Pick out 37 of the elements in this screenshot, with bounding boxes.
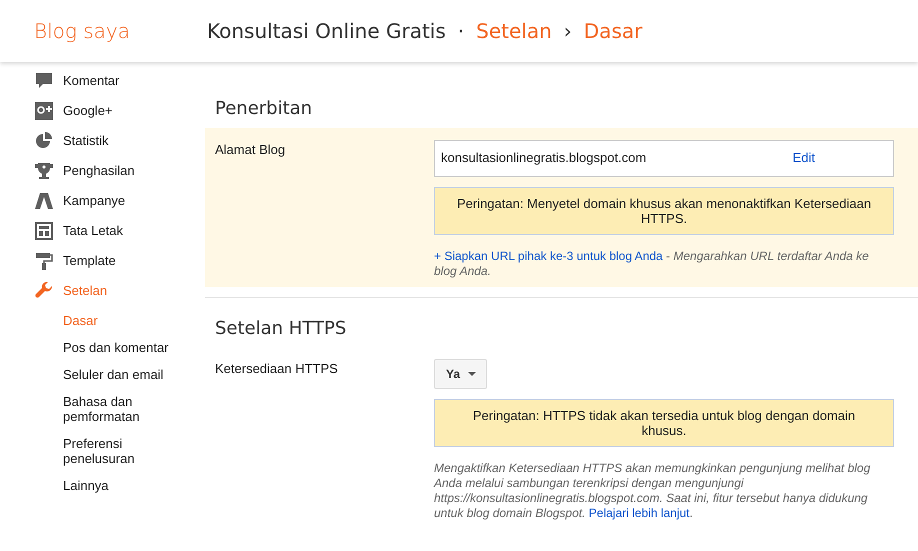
learn-more-link[interactable]: Pelajari lebih lanjut <box>588 506 690 520</box>
warning-message: Peringatan: HTTPS tidak akan tersedia untuk blog dengan domain khusus. <box>434 399 894 448</box>
layout-icon <box>34 221 54 241</box>
separator: · <box>458 18 464 45</box>
comment-icon <box>34 71 54 91</box>
sidebar-subitem[interactable]: Lainnya <box>63 478 183 493</box>
dropdown-button[interactable]: Ya <box>434 359 488 390</box>
sidebar-item[interactable]: Tata Letak <box>34 216 205 246</box>
trophy-icon <box>34 161 54 181</box>
caret-icon <box>468 372 476 376</box>
pie-chart-icon <box>34 131 54 151</box>
sidebar-subitem[interactable]: Preferensi penelusuran <box>63 436 183 466</box>
help-text: Mengaktifkan Ketersediaan HTTPS akan memungkinkan pengunjung melihat blog Anda melalui sambungan terenkripsi dengan mengunjungi https://konsultasionlinegratis.blogspot.com. Saat ini, fitur tersebut hanya didukung untuk blog domain Blogspot. Pelajari lebih lanjut. <box>434 461 872 522</box>
sidebar-item[interactable]: Penghasilan <box>34 156 205 186</box>
sidebar-subitem[interactable]: Pos dan komentar <box>63 340 183 355</box>
ad-campaign-icon <box>34 191 54 211</box>
breadcrumb-chevron: › <box>564 18 572 45</box>
blog-address: konsultasionlinegratis.blogspot.com <box>441 149 646 168</box>
sidebar-item[interactable]: Google+ <box>34 96 205 126</box>
breadcrumb-current: Dasar <box>584 18 642 45</box>
sidebar-item[interactable]: Kampanye <box>34 186 205 216</box>
setting-label: Alamat Blog <box>215 142 286 157</box>
google-plus-icon <box>34 101 54 121</box>
sidebar-subitem[interactable]: Bahasa dan pemformatan <box>63 394 183 424</box>
sidebar-subitem[interactable]: Seluler dan email <box>63 367 183 382</box>
setup-url-link[interactable]: + Siapkan URL pihak ke-3 untuk blog Anda <box>434 248 663 263</box>
paint-roller-icon <box>34 251 54 271</box>
setting-label: Ketersediaan HTTPS <box>215 361 338 376</box>
edit-link[interactable]: Edit <box>792 148 815 168</box>
warning-message: Peringatan: Menyetel domain khusus akan menonaktifkan Ketersediaan HTTPS. <box>434 186 894 235</box>
help-text: + Siapkan URL pihak ke-3 untuk blog Anda - Mengarahkan URL terdaftar Anda ke blog Anda. <box>434 248 870 279</box>
sidebar-item[interactable]: Statistik <box>34 126 205 156</box>
section-title: Setelan HTTPS <box>214 316 348 341</box>
sidebar-item[interactable]: Komentar <box>34 66 205 96</box>
blog-title: Konsultasi Online Gratis <box>207 18 446 45</box>
section-title: Penerbitan <box>214 97 314 121</box>
sidebar-item[interactable]: Template <box>34 246 205 276</box>
